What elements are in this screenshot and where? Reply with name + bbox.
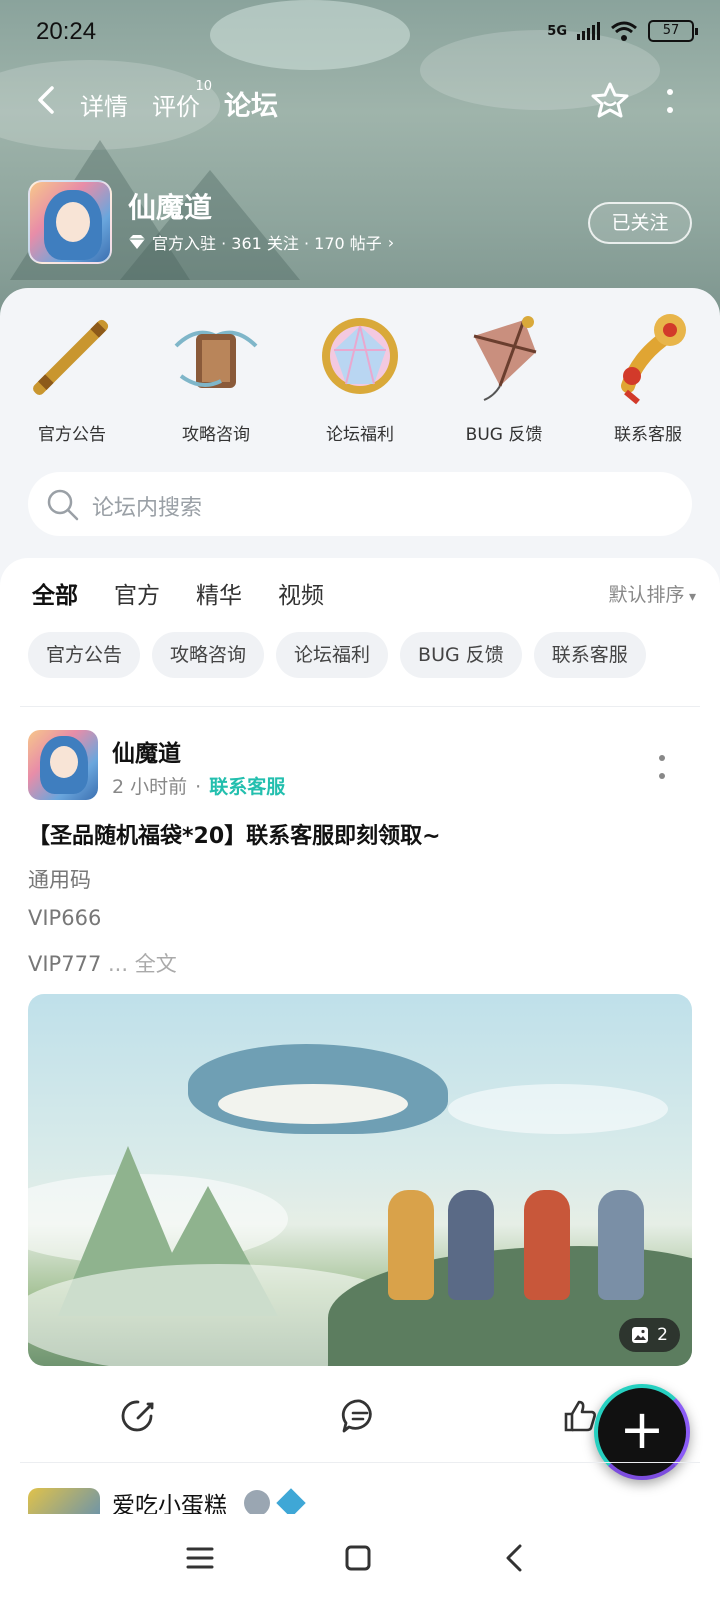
battery-icon: 57 (648, 20, 698, 42)
chip-customer-service[interactable]: 联系客服 (533, 632, 646, 678)
feed-tab-featured[interactable]: 精华 (196, 576, 242, 610)
post-image[interactable]: 2 (28, 994, 692, 1366)
feed-tab-all[interactable]: 全部 (32, 576, 78, 614)
wifi-icon (611, 21, 637, 41)
back-arrow-icon[interactable] (30, 82, 66, 118)
user-level-badge-icon (244, 1490, 270, 1514)
post-tag[interactable]: 联系客服 (209, 776, 285, 798)
read-full-link[interactable]: ... 全文 (101, 952, 177, 976)
post-line: VIP666 (28, 906, 102, 930)
search-icon (47, 489, 79, 521)
image-icon (632, 1327, 649, 1343)
chip-official-notice[interactable]: 官方公告 (28, 632, 141, 678)
sort-dropdown[interactable]: 默认排序 (609, 580, 697, 607)
status-bar: 20:24 5G 57 (0, 0, 720, 64)
post-line: 通用码 (28, 868, 91, 892)
book-scroll-icon (174, 330, 258, 388)
system-nav-bar (0, 1516, 720, 1601)
chevron-right-icon: › (387, 232, 395, 252)
divider (20, 706, 700, 707)
status-time: 20:24 (36, 18, 97, 45)
star-favorite-icon[interactable] (590, 80, 630, 120)
image-count-badge: 2 (619, 1318, 680, 1352)
post-author[interactable]: 爱吃小蛋糕 (112, 1486, 227, 1514)
top-nav: 详情 评价 10 论坛 (0, 79, 720, 125)
forum-sheet: 官方公告 攻略咨询 论坛福利 BUG 反馈 联系客服 论坛内搜索 全部 官方 精… (0, 288, 720, 1548)
next-post-preview[interactable]: 爱吃小蛋糕 (28, 1484, 528, 1514)
post-more-icon[interactable] (658, 754, 666, 780)
category-customer-service[interactable]: 联系客服 (576, 306, 720, 445)
review-count-badge: 10 (195, 79, 212, 94)
game-name: 仙魔道 (128, 191, 213, 224)
kite-icon (473, 316, 537, 401)
post-author[interactable]: 仙魔道 (112, 734, 181, 768)
tab-details[interactable]: 详情 (80, 87, 128, 122)
chip-welfare[interactable]: 论坛福利 (276, 632, 389, 678)
game-meta[interactable]: 官方入驻 · 361 关注 · 170 帖子 › (128, 230, 394, 254)
game-info: 仙魔道 官方入驻 · 361 关注 · 170 帖子 › 已关注 (28, 180, 692, 264)
menu-icon[interactable] (182, 1540, 218, 1576)
comment-icon[interactable] (340, 1396, 380, 1436)
author-avatar[interactable] (28, 730, 98, 800)
chip-strategy[interactable]: 攻略咨询 (152, 632, 265, 678)
tab-reviews[interactable]: 评价 10 (152, 79, 212, 122)
feed-tab-video[interactable]: 视频 (278, 576, 324, 610)
post-line-last: VIP777 ... 全文 (28, 952, 177, 976)
tab-forum[interactable]: 论坛 (224, 84, 278, 125)
author-avatar[interactable] (28, 1488, 100, 1514)
user-medal-badge-icon (276, 1488, 306, 1514)
back-icon[interactable] (498, 1540, 534, 1576)
feed-tabs: 全部 官方 精华 视频 (32, 576, 324, 614)
signal-icon (577, 22, 600, 40)
home-square-icon[interactable] (340, 1540, 376, 1576)
post-meta: 2 小时前 · 联系客服 (112, 776, 286, 798)
post-time: 2 小时前 (112, 776, 188, 798)
gem-icon (322, 318, 398, 394)
divider (20, 1462, 700, 1463)
search-placeholder: 论坛内搜索 (92, 496, 203, 521)
filter-chips: 官方公告 攻略咨询 论坛福利 BUG 反馈 联系客服 (28, 632, 646, 678)
feed-tab-official[interactable]: 官方 (114, 576, 160, 610)
category-row: 官方公告 攻略咨询 论坛福利 BUG 反馈 联系客服 (0, 306, 720, 445)
category-bug-report[interactable]: BUG 反馈 (432, 306, 576, 445)
category-official-notice[interactable]: 官方公告 (0, 306, 144, 445)
scroll-staff-icon (33, 319, 109, 395)
forum-search-box[interactable]: 论坛内搜索 (28, 472, 692, 536)
chip-bug-report[interactable]: BUG 反馈 (400, 632, 522, 678)
ruyi-scepter-icon (621, 314, 686, 405)
create-post-button[interactable]: + (594, 1384, 690, 1480)
follow-button[interactable]: 已关注 (588, 202, 692, 244)
game-icon[interactable] (28, 180, 112, 264)
share-icon[interactable] (118, 1396, 158, 1436)
category-welfare[interactable]: 论坛福利 (288, 306, 432, 445)
category-strategy[interactable]: 攻略咨询 (144, 306, 288, 445)
more-options-icon[interactable] (660, 84, 680, 118)
network-type: 5G (547, 23, 567, 39)
post-title[interactable]: 【圣品随机福袋*20】联系客服即刻领取~ (28, 818, 441, 850)
verified-diamond-icon (129, 235, 145, 249)
